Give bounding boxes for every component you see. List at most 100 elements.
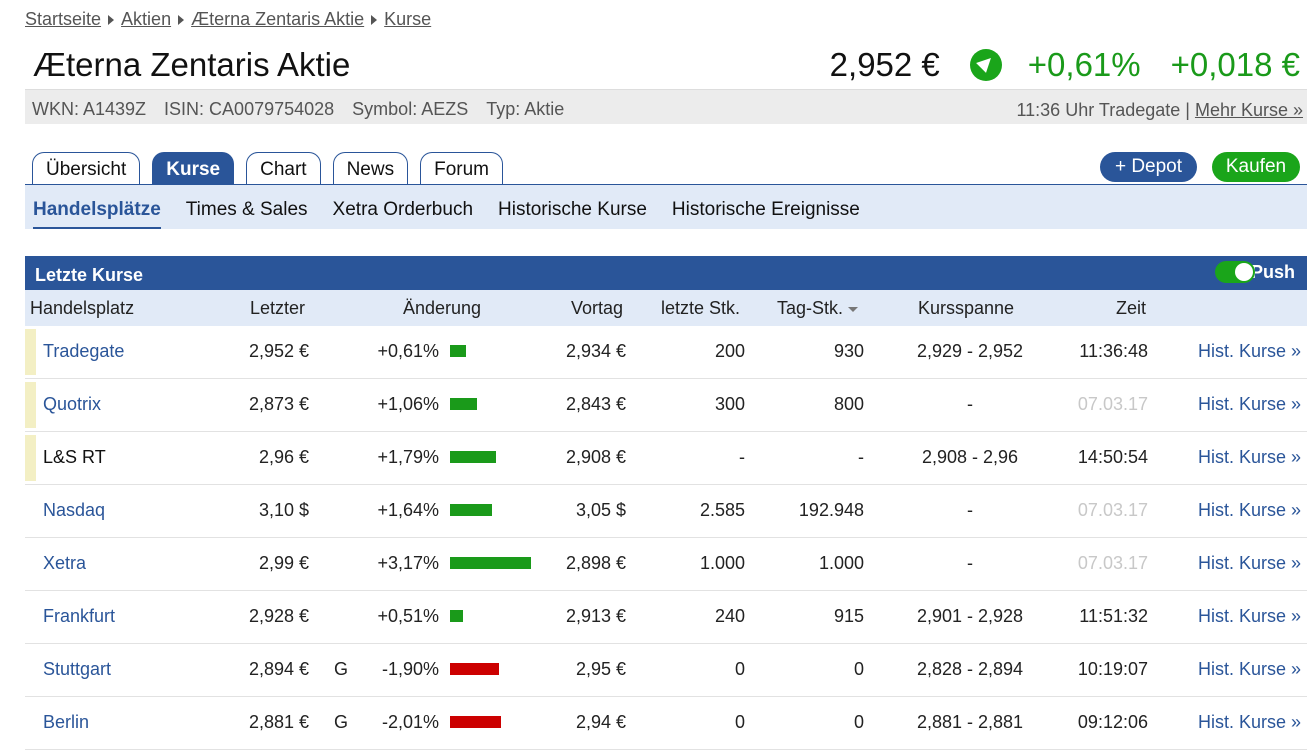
col-letzte-stk[interactable]: letzte Stk. bbox=[661, 298, 740, 319]
last-quantity: - bbox=[739, 447, 745, 468]
subtab-handelsplaetze[interactable]: Handelsplätze bbox=[33, 185, 161, 229]
last-quantity: 1.000 bbox=[700, 553, 745, 574]
more-quotes-link[interactable]: Mehr Kurse » bbox=[1195, 100, 1303, 120]
previous-price: 2,94 € bbox=[576, 712, 626, 733]
hist-kurse-link[interactable]: Hist. Kurse » bbox=[1198, 341, 1301, 362]
last-quantity: 2.585 bbox=[700, 500, 745, 521]
change-bar bbox=[450, 504, 492, 516]
tab-news[interactable]: News bbox=[333, 152, 409, 185]
exchange-name[interactable]: Nasdaq bbox=[43, 500, 105, 521]
last-price: 2,96 € bbox=[259, 447, 309, 468]
table-row: Xetra2,99 €+3,17%2,898 €1.0001.000-07.03… bbox=[25, 538, 1307, 591]
last-price: 2,881 € bbox=[249, 712, 309, 733]
day-quantity: 0 bbox=[854, 659, 864, 680]
price-range: - bbox=[914, 500, 1026, 521]
change-bar bbox=[450, 345, 466, 357]
hist-kurse-link[interactable]: Hist. Kurse » bbox=[1198, 394, 1301, 415]
exchange-name[interactable]: Tradegate bbox=[43, 341, 124, 362]
last-quantity: 240 bbox=[715, 606, 745, 627]
change-bar bbox=[450, 610, 463, 622]
security-type: Typ: Aktie bbox=[486, 99, 564, 120]
exchange-name[interactable]: Berlin bbox=[43, 712, 89, 733]
table-row: Tradegate2,952 €+0,61%2,934 €2009302,929… bbox=[25, 326, 1307, 379]
day-quantity: - bbox=[858, 447, 864, 468]
tab-uebersicht[interactable]: Übersicht bbox=[32, 152, 140, 185]
subtab-historische-ereignisse[interactable]: Historische Ereignisse bbox=[672, 185, 860, 229]
last-price: 2,873 € bbox=[249, 394, 309, 415]
previous-price: 2,95 € bbox=[576, 659, 626, 680]
symbol: Symbol: AEZS bbox=[352, 99, 468, 120]
hist-kurse-link[interactable]: Hist. Kurse » bbox=[1198, 712, 1301, 733]
previous-price: 2,843 € bbox=[566, 394, 626, 415]
exchange-name[interactable]: Stuttgart bbox=[43, 659, 111, 680]
quote-time: 09:12:06 bbox=[1078, 712, 1148, 733]
col-vortag[interactable]: Vortag bbox=[571, 298, 623, 319]
day-quantity: 930 bbox=[834, 341, 864, 362]
col-letzter[interactable]: Letzter bbox=[250, 298, 305, 319]
main-tabs: Übersicht Kurse Chart News Forum bbox=[32, 152, 503, 185]
exchange-name[interactable]: Quotrix bbox=[43, 394, 101, 415]
trend-up-icon bbox=[970, 49, 1002, 81]
quote-time-exchange: 11:36 Uhr Tradegate | bbox=[1016, 100, 1189, 120]
sort-desc-icon[interactable] bbox=[848, 307, 858, 312]
col-zeit[interactable]: Zeit bbox=[1116, 298, 1146, 319]
hist-kurse-link[interactable]: Hist. Kurse » bbox=[1198, 553, 1301, 574]
last-quantity: 0 bbox=[735, 659, 745, 680]
tab-forum[interactable]: Forum bbox=[420, 152, 503, 185]
subtab-historische-kurse[interactable]: Historische Kurse bbox=[498, 185, 647, 229]
col-tag-stk-label: Tag-Stk. bbox=[777, 298, 843, 318]
previous-price: 2,908 € bbox=[566, 447, 626, 468]
change-percent: +1,64% bbox=[377, 500, 439, 521]
hist-kurse-link[interactable]: Hist. Kurse » bbox=[1198, 500, 1301, 521]
chevron-right-icon bbox=[108, 15, 114, 25]
tab-kurse[interactable]: Kurse bbox=[152, 152, 234, 185]
change-percent: +0,51% bbox=[377, 606, 439, 627]
subtab-xetra-orderbuch[interactable]: Xetra Orderbuch bbox=[333, 185, 473, 229]
change-bar bbox=[450, 451, 496, 463]
hist-kurse-link[interactable]: Hist. Kurse » bbox=[1198, 447, 1301, 468]
table-row: L&S RT2,96 €+1,79%2,908 €--2,908 - 2,961… bbox=[25, 432, 1307, 485]
col-handelsplatz[interactable]: Handelsplatz bbox=[30, 298, 134, 319]
add-to-depot-button[interactable]: + Depot bbox=[1100, 152, 1197, 182]
hist-kurse-link[interactable]: Hist. Kurse » bbox=[1198, 606, 1301, 627]
change-percent: +0,61% bbox=[1028, 46, 1141, 84]
breadcrumb-stock[interactable]: Æterna Zentaris Aktie bbox=[191, 9, 364, 30]
quotes-table-header: Letzte Kurse Push bbox=[25, 256, 1307, 290]
breadcrumb-startseite[interactable]: Startseite bbox=[25, 9, 101, 30]
subtab-times-sales[interactable]: Times & Sales bbox=[186, 185, 308, 229]
security-info-bar: WKN: A1439Z ISIN: CA0079754028 Symbol: A… bbox=[25, 89, 1307, 124]
last-price: 2,952 € bbox=[249, 341, 309, 362]
day-quantity: 0 bbox=[854, 712, 864, 733]
table-title: Letzte Kurse bbox=[35, 265, 143, 286]
quote-time: 14:50:54 bbox=[1078, 447, 1148, 468]
change-percent: -1,90% bbox=[382, 659, 439, 680]
col-tag-stk[interactable]: Tag-Stk. bbox=[777, 298, 858, 319]
price-range: 2,828 - 2,894 bbox=[914, 659, 1026, 680]
chevron-right-icon bbox=[178, 15, 184, 25]
buy-button[interactable]: Kaufen bbox=[1212, 152, 1300, 182]
toggle-switch[interactable] bbox=[1215, 261, 1255, 283]
change-percent: +0,61% bbox=[377, 341, 439, 362]
table-row: Berlin2,881 €G-2,01%2,94 €002,881 - 2,88… bbox=[25, 697, 1307, 750]
day-quantity: 192.948 bbox=[799, 500, 864, 521]
breadcrumb-aktien[interactable]: Aktien bbox=[121, 9, 171, 30]
sub-navigation: Handelsplätze Times & Sales Xetra Orderb… bbox=[25, 185, 1307, 229]
table-row: Frankfurt2,928 €+0,51%2,913 €2409152,901… bbox=[25, 591, 1307, 644]
exchange-name[interactable]: Frankfurt bbox=[43, 606, 115, 627]
exchange-name[interactable]: Xetra bbox=[43, 553, 86, 574]
change-absolute: +0,018 € bbox=[1171, 46, 1300, 84]
quote-time: 11:51:32 bbox=[1079, 606, 1148, 627]
col-kursspanne[interactable]: Kursspanne bbox=[918, 298, 1014, 319]
push-toggle[interactable]: Push bbox=[1215, 261, 1295, 283]
quote-time: 07.03.17 bbox=[1078, 553, 1148, 574]
column-headers: Handelsplatz Letzter Änderung Vortag let… bbox=[25, 290, 1307, 326]
change-bar bbox=[450, 663, 499, 675]
price-range: - bbox=[914, 394, 1026, 415]
hist-kurse-link[interactable]: Hist. Kurse » bbox=[1198, 659, 1301, 680]
breadcrumb-kurse[interactable]: Kurse bbox=[384, 9, 431, 30]
col-aenderung[interactable]: Änderung bbox=[403, 298, 481, 319]
quote-time: 07.03.17 bbox=[1078, 394, 1148, 415]
tab-chart[interactable]: Chart bbox=[246, 152, 320, 185]
change-percent: -2,01% bbox=[382, 712, 439, 733]
flag: G bbox=[334, 712, 348, 733]
